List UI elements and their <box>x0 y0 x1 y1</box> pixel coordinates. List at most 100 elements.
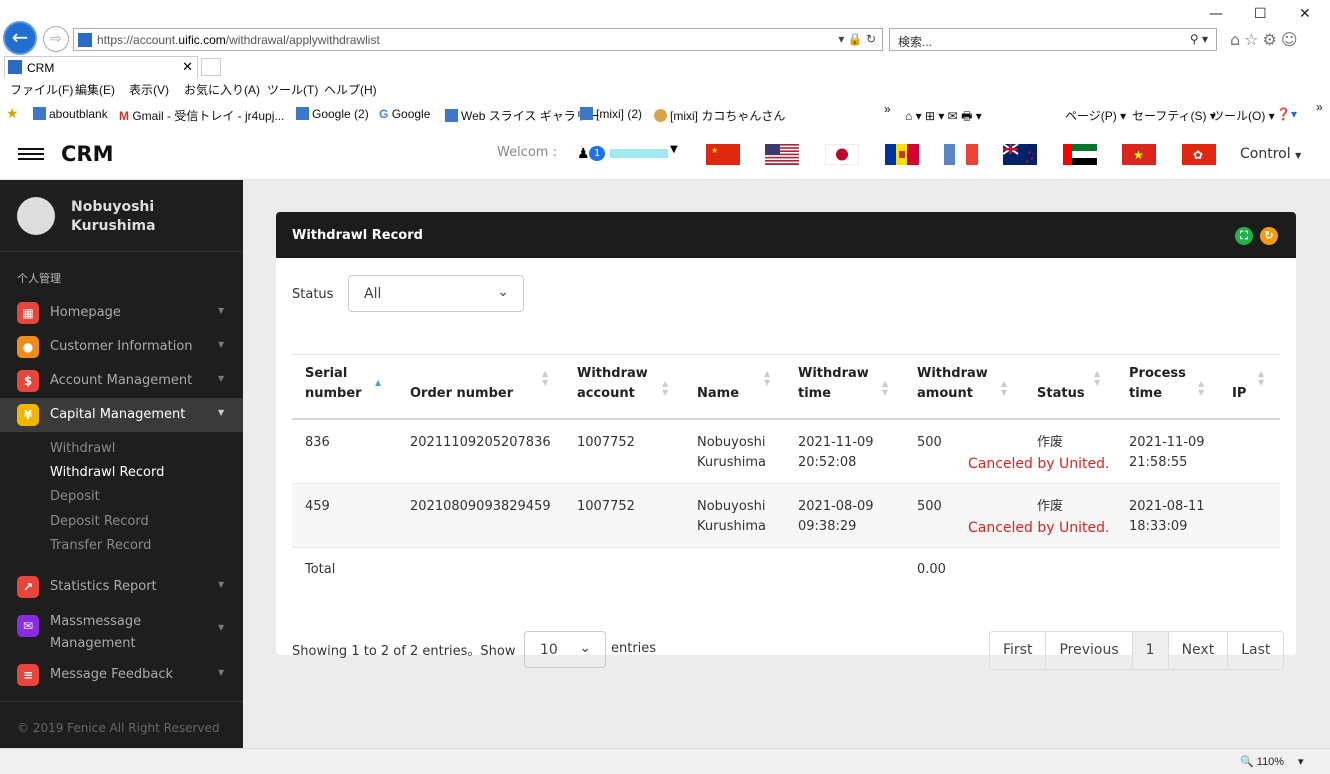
command-icons[interactable]: ⌂ ▾ ⊞ ▾ ✉ 🖶 ▾ <box>905 107 982 128</box>
flag-japan-icon[interactable] <box>825 144 859 165</box>
zoom-dropdown-icon[interactable]: ▾ <box>1298 755 1304 768</box>
sub-item-withdrawl-record[interactable]: Withdrawl Record <box>50 465 164 480</box>
col-serial-number[interactable]: Serial number <box>305 364 362 404</box>
yen-icon: ¥ <box>17 404 39 426</box>
help-icon[interactable]: ❓▾ <box>1276 107 1297 121</box>
copyright: © 2019 Fenice All Right Reserved <box>17 721 220 735</box>
sort-icon[interactable]: ▲ ▼ <box>1258 369 1264 387</box>
sort-icon[interactable]: ▲ ▼ <box>882 379 888 397</box>
col-order-number[interactable]: Order number <box>410 384 513 404</box>
menu-file[interactable]: ファイル(F) <box>10 81 73 98</box>
flag-usa-icon[interactable] <box>765 144 799 165</box>
sub-item-withdrawl[interactable]: Withdrawl <box>50 441 115 456</box>
control-dropdown[interactable]: Control ▼ <box>1240 146 1301 162</box>
flag-uae-icon[interactable] <box>1063 144 1097 165</box>
cmd-safety[interactable]: セーフティ(S) ▾ <box>1132 107 1216 124</box>
favorites-star-icon[interactable]: ★ <box>6 105 19 122</box>
back-icon[interactable]: ← <box>3 21 37 55</box>
new-tab-button[interactable] <box>201 58 221 76</box>
page-previous-button[interactable]: Previous <box>1046 632 1133 669</box>
caret-down-icon: ▼ <box>218 306 225 315</box>
browser-tab[interactable]: CRM ✕ <box>4 56 198 78</box>
sidebar-item-customer-information[interactable]: ● Customer Information ▼ <box>0 330 243 364</box>
address-tools-icon[interactable]: ▾ 🔒 ↻ <box>838 32 876 46</box>
col-withdraw-time[interactable]: Withdraw time <box>798 364 869 404</box>
col-withdraw-amount[interactable]: Withdraw amount <box>917 364 988 404</box>
expand-icon[interactable]: ⛶ <box>1235 227 1253 245</box>
cell-status: 作废 <box>1037 499 1064 514</box>
cmd-tools[interactable]: ツール(O) ▾ <box>1212 107 1275 124</box>
page-length-select[interactable]: 10 ⌄ <box>524 631 606 668</box>
flag-andorra-icon[interactable] <box>885 144 919 165</box>
maximize-icon[interactable]: ☐ <box>1254 6 1267 22</box>
fav-mixi-2[interactable]: [mixi] (2) <box>580 107 642 121</box>
fav-google[interactable]: G Google <box>379 107 430 121</box>
page-first-button[interactable]: First <box>990 632 1047 669</box>
sidebar-item-message-feedback[interactable]: ≡ Message Feedback ▼ <box>0 658 243 692</box>
sidebar-item-homepage[interactable]: ▦ Homepage ▼ <box>0 296 243 330</box>
refresh-icon[interactable]: ↻ <box>1260 227 1278 245</box>
page-last-button[interactable]: Last <box>1228 632 1283 669</box>
col-process-time[interactable]: Process time <box>1129 364 1186 404</box>
close-window-icon[interactable]: ✕ <box>1299 6 1311 22</box>
more-chevron-icon-2[interactable]: » <box>1316 100 1323 114</box>
fav-google-2[interactable]: Google (2) <box>296 107 369 121</box>
flag-france-icon[interactable] <box>944 144 978 165</box>
sort-icon[interactable]: ▲ ▼ <box>764 369 770 387</box>
cell-withdraw-time: 2021-11-09 20:52:08 <box>798 435 874 470</box>
page-next-button[interactable]: Next <box>1169 632 1229 669</box>
sub-item-transfer-record[interactable]: Transfer Record <box>50 538 151 553</box>
notification-badge[interactable]: 1 <box>589 146 606 161</box>
sort-icon[interactable]: ▲ ▼ <box>1094 369 1100 387</box>
zoom-level[interactable]: 🔍 110% <box>1240 755 1284 768</box>
sort-icon[interactable]: ▲ ▼ <box>542 369 548 387</box>
sub-item-deposit-record[interactable]: Deposit Record <box>50 514 149 529</box>
sidebar-item-capital-management[interactable]: ¥ Capital Management ▼ <box>0 398 243 432</box>
search-icon[interactable]: ⚲ ▾ <box>1190 32 1208 46</box>
sort-asc-icon[interactable]: ▲ <box>375 378 381 387</box>
cmd-page[interactable]: ページ(P) ▾ <box>1065 107 1126 124</box>
table-header: Serial number ▲ Order number ▲ ▼ Withdraw a… <box>292 354 1280 420</box>
flag-hong-kong-icon[interactable]: ✿ <box>1182 144 1216 165</box>
col-ip[interactable]: IP <box>1232 384 1246 404</box>
menu-help[interactable]: ヘルプ(H) <box>324 81 377 98</box>
sidebar-item-account-management[interactable]: $ Account Management ▼ <box>0 364 243 398</box>
user-dropdown-icon[interactable]: ▼ <box>670 144 678 155</box>
sort-icon[interactable]: ▲ ▼ <box>1198 379 1204 397</box>
col-name[interactable]: Name <box>697 384 739 404</box>
home-star-gear-icons[interactable]: ⌂☆⚙☺ <box>1230 30 1302 49</box>
sort-icon[interactable]: ▲ ▼ <box>662 379 668 397</box>
menu-view[interactable]: 表示(V) <box>129 81 169 98</box>
chevron-down-icon: ⌄ <box>579 640 591 656</box>
menu-favorites[interactable]: お気に入り(A) <box>184 81 260 98</box>
fav-gmail[interactable]: M Gmail - 受信トレイ - jr4upj... <box>119 107 284 124</box>
address-input[interactable]: https://account.uific.com/withdrawal/app… <box>73 28 883 51</box>
flag-new-zealand-icon[interactable]: ★★★ <box>1003 144 1037 165</box>
menu-toggle-icon[interactable] <box>18 148 44 160</box>
flag-vietnam-icon[interactable]: ★ <box>1122 144 1156 165</box>
sort-icon[interactable]: ▲ ▼ <box>1001 379 1007 397</box>
sidebar-item-massmessage[interactable]: ✉ Massmessage Management ▼ <box>0 606 243 651</box>
sidebar-item-statistics-report[interactable]: ↗ Statistics Report ▼ <box>0 570 243 604</box>
avatar[interactable] <box>17 197 55 235</box>
user-icon[interactable]: ♟ <box>577 146 590 162</box>
menu-tools[interactable]: ツール(T) <box>267 81 318 98</box>
flag-china-icon[interactable]: ★ <box>706 144 740 165</box>
close-tab-icon[interactable]: ✕ <box>182 59 193 75</box>
page-1-button[interactable]: 1 <box>1132 632 1169 669</box>
menu-edit[interactable]: 編集(E) <box>75 81 115 98</box>
sub-item-deposit[interactable]: Deposit <box>50 489 100 504</box>
fav-webslice[interactable]: Web スライス ギャラリー <box>445 107 600 124</box>
fav-mixi-kako[interactable]: [mixi] カコちゃんさん <box>654 107 785 124</box>
cell-serial: 459 <box>305 499 330 514</box>
forward-icon[interactable]: ⇨ <box>43 26 69 52</box>
chart-icon: ↗ <box>17 576 39 598</box>
more-chevron-icon[interactable]: » <box>884 102 891 116</box>
caret-down-icon: ▼ <box>218 340 225 349</box>
search-input[interactable]: 検索... ⚲ ▾ <box>889 28 1217 51</box>
status-select[interactable]: All ⌄ <box>348 275 524 312</box>
minimize-icon[interactable]: — <box>1209 6 1223 22</box>
col-withdraw-account[interactable]: Withdraw account <box>577 364 648 404</box>
fav-aboutblank[interactable]: aboutblank <box>33 107 108 121</box>
col-status[interactable]: Status <box>1037 384 1085 404</box>
